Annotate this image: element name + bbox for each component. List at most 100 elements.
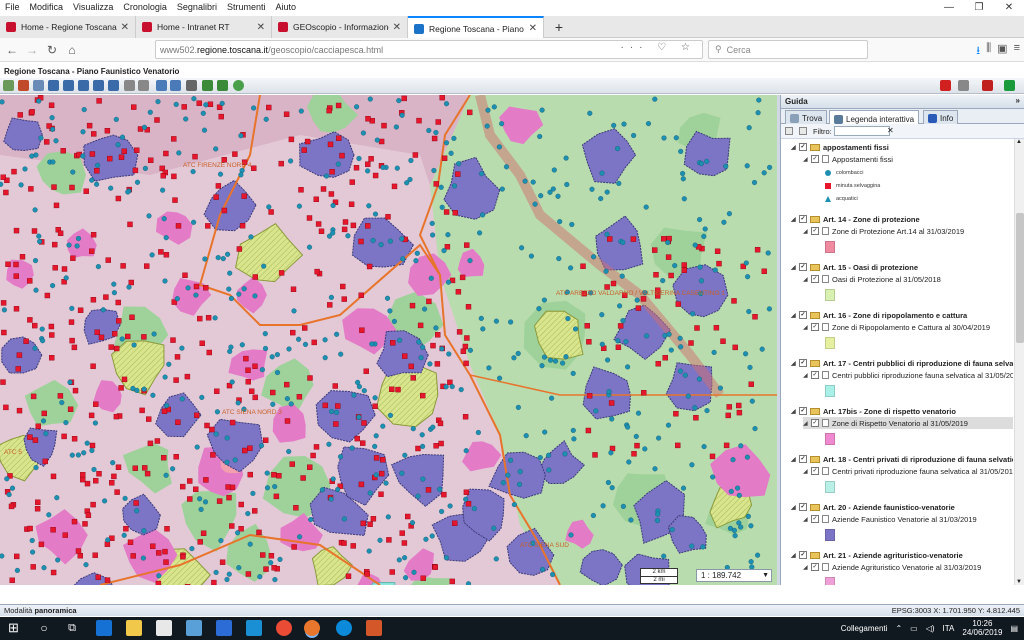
checkbox[interactable]: ✓ (799, 551, 807, 559)
checkbox[interactable]: ✓ (811, 275, 819, 283)
back-icon[interactable] (156, 80, 167, 91)
firefox-icon[interactable] (304, 620, 320, 636)
scroll-thumb[interactable] (1016, 213, 1024, 343)
print-icon[interactable] (186, 80, 197, 91)
task-view-icon[interactable]: ⧉ (64, 620, 80, 636)
browser-tab[interactable]: Home - Regione Toscana ✕ (0, 16, 136, 38)
close-tab-icon[interactable]: ✕ (121, 22, 129, 33)
expand-icon[interactable]: ◢ (803, 516, 811, 523)
close-tab-icon[interactable]: ✕ (529, 23, 537, 34)
menu-visualizza[interactable]: Visualizza (68, 2, 118, 12)
search-icon[interactable]: ○ (36, 620, 52, 636)
legend-layer[interactable]: ◢ ✓ Oasi di Protezione al 31/05/2018 (803, 273, 941, 285)
clear-filter-icon[interactable]: ✕ (887, 126, 894, 135)
language-flag-icon[interactable] (1004, 80, 1015, 91)
zoom-box-icon[interactable] (48, 80, 59, 91)
legend-group[interactable]: ◢ ✓ Art. 17bis - Zone di rispetto venatori… (791, 405, 956, 417)
legend-group[interactable]: ◢ ✓ Art. 14 - Zone di protezione (791, 213, 920, 225)
checkbox[interactable]: ✓ (811, 467, 819, 475)
expand-icon[interactable]: ◢ (803, 156, 811, 163)
forward-icon[interactable]: → (24, 42, 40, 58)
app-icon[interactable] (336, 620, 352, 636)
browser-tab[interactable]: Regione Toscana - Piano Fauni ✕ (408, 16, 544, 39)
expand-icon[interactable]: ◢ (803, 564, 811, 571)
sidebar-icon[interactable]: ▣ (997, 42, 1007, 61)
menu-aiuto[interactable]: Aiuto (270, 2, 301, 12)
expand-icon[interactable]: ◢ (791, 312, 799, 319)
checkbox[interactable]: ✓ (799, 263, 807, 271)
full-extent-icon[interactable] (93, 80, 104, 91)
scale-select[interactable]: 1 : 189.742 ▼ (696, 569, 772, 582)
legend-layer[interactable]: ◢ ✓ Zone di Rispetto Venatorio al 31/05/20… (803, 417, 1013, 429)
forward-icon[interactable] (170, 80, 181, 91)
pan-icon[interactable] (3, 80, 14, 91)
expand-icon[interactable]: ◢ (803, 420, 811, 427)
legend-group[interactable]: ◢ ✓ Art. 20 - Aziende faunistico-venatorie (791, 501, 955, 513)
menu-icon[interactable]: ≡ (1014, 42, 1020, 61)
minimize-icon[interactable]: — (934, 0, 964, 16)
checkbox[interactable]: ✓ (811, 419, 819, 427)
expand-icon[interactable]: ◢ (803, 372, 811, 379)
legend-scrollbar[interactable]: ▲ ▼ (1014, 139, 1024, 585)
menu-modifica[interactable]: Modifica (25, 2, 69, 12)
checkbox[interactable]: ✓ (811, 563, 819, 571)
network-label[interactable]: Collegamenti (841, 624, 888, 633)
legend-group[interactable]: ◢ ✓ Art. 16 - Zone di ripopolamento e catt… (791, 309, 967, 321)
checkbox[interactable]: ✓ (811, 155, 819, 163)
legend-group[interactable]: ◢ ✓ Art. 15 - Oasi di protezione (791, 261, 918, 273)
outlook-icon[interactable] (216, 620, 232, 636)
checkbox[interactable]: ✓ (811, 227, 819, 235)
close-tab-icon[interactable]: ✕ (257, 22, 265, 33)
measure-icon[interactable] (124, 80, 135, 91)
legend-layer[interactable]: ◢ ✓ Centri pubblici riproduzione fauna sel… (803, 369, 1013, 381)
select-icon[interactable] (138, 80, 149, 91)
restore-icon[interactable]: ❐ (964, 0, 994, 16)
info-icon[interactable] (217, 80, 228, 91)
chrome-icon[interactable] (276, 620, 292, 636)
identify-icon[interactable] (202, 80, 213, 91)
clock[interactable]: 10:26 24/06/2019 (962, 619, 1002, 637)
expand-icon[interactable]: ◢ (803, 276, 811, 283)
menu-strumenti[interactable]: Strumenti (222, 2, 271, 12)
url-bar[interactable]: www502. regione.toscana.it/geoscopio/cacc… (155, 40, 703, 59)
scroll-up-icon[interactable]: ▲ (1016, 139, 1022, 145)
legend-group[interactable]: ◢ ✓ Art. 21 - Aziende agrituristico-venato… (791, 549, 963, 561)
new-tab-button[interactable]: + (552, 16, 566, 38)
app-icon[interactable] (246, 620, 262, 636)
windows-start-icon[interactable]: ⊞ (8, 620, 24, 636)
checkbox[interactable]: ✓ (811, 371, 819, 379)
settings-icon[interactable] (958, 80, 969, 91)
collapse-icon[interactable]: » (1016, 96, 1020, 105)
download-icon[interactable]: ⭳ (976, 42, 980, 61)
legend-group[interactable]: ◢ ✓ Art. 18 - Centri privati di riproduzio… (791, 453, 1013, 465)
expand-icon[interactable]: ◢ (803, 324, 811, 331)
legend-layer[interactable]: ◢ ✓ Aziende Faunistico Venatorie al 31/03/… (803, 513, 977, 525)
checkbox[interactable]: ✓ (811, 515, 819, 523)
checkbox[interactable]: ✓ (799, 503, 807, 511)
map-canvas[interactable]: ATC FIRENZE NORD 4 ATC AREZZO VALDARNO / … (0, 95, 777, 585)
zoom-next-icon[interactable] (78, 80, 89, 91)
expand-icon[interactable]: ◢ (791, 456, 799, 463)
expand-icon[interactable]: ◢ (791, 216, 799, 223)
checkbox[interactable]: ✓ (799, 455, 807, 463)
expand-icon[interactable]: ◢ (791, 504, 799, 511)
scroll-down-icon[interactable]: ▼ (1016, 579, 1022, 585)
browser-tab[interactable]: Home - Intranet RT ✕ (136, 16, 272, 38)
network-icon[interactable]: ▭ (910, 624, 918, 633)
edge-icon[interactable] (96, 620, 112, 636)
checkbox[interactable]: ✓ (799, 215, 807, 223)
filter-input[interactable] (834, 126, 890, 136)
menu-file[interactable]: File (0, 2, 25, 12)
volume-icon[interactable]: ◁) (926, 624, 935, 633)
expand-icon[interactable]: ◢ (803, 228, 811, 235)
refresh-icon[interactable] (233, 80, 244, 91)
tab-legenda[interactable]: Legenda interattiva (829, 110, 920, 125)
menu-segnalibri[interactable]: Segnalibri (172, 2, 222, 12)
expand-icon[interactable]: ◢ (791, 264, 799, 271)
map-svg[interactable]: ATC FIRENZE NORD 4 ATC AREZZO VALDARNO / … (0, 95, 777, 585)
file-explorer-icon[interactable] (126, 620, 142, 636)
legend-layer[interactable]: ◢ ✓ Zone di Ripopolamento e Cattura al 30/… (803, 321, 990, 333)
chevron-up-icon[interactable]: ⌃ (895, 624, 902, 633)
store-icon[interactable] (156, 620, 172, 636)
expand-icon[interactable]: ◢ (791, 360, 799, 367)
